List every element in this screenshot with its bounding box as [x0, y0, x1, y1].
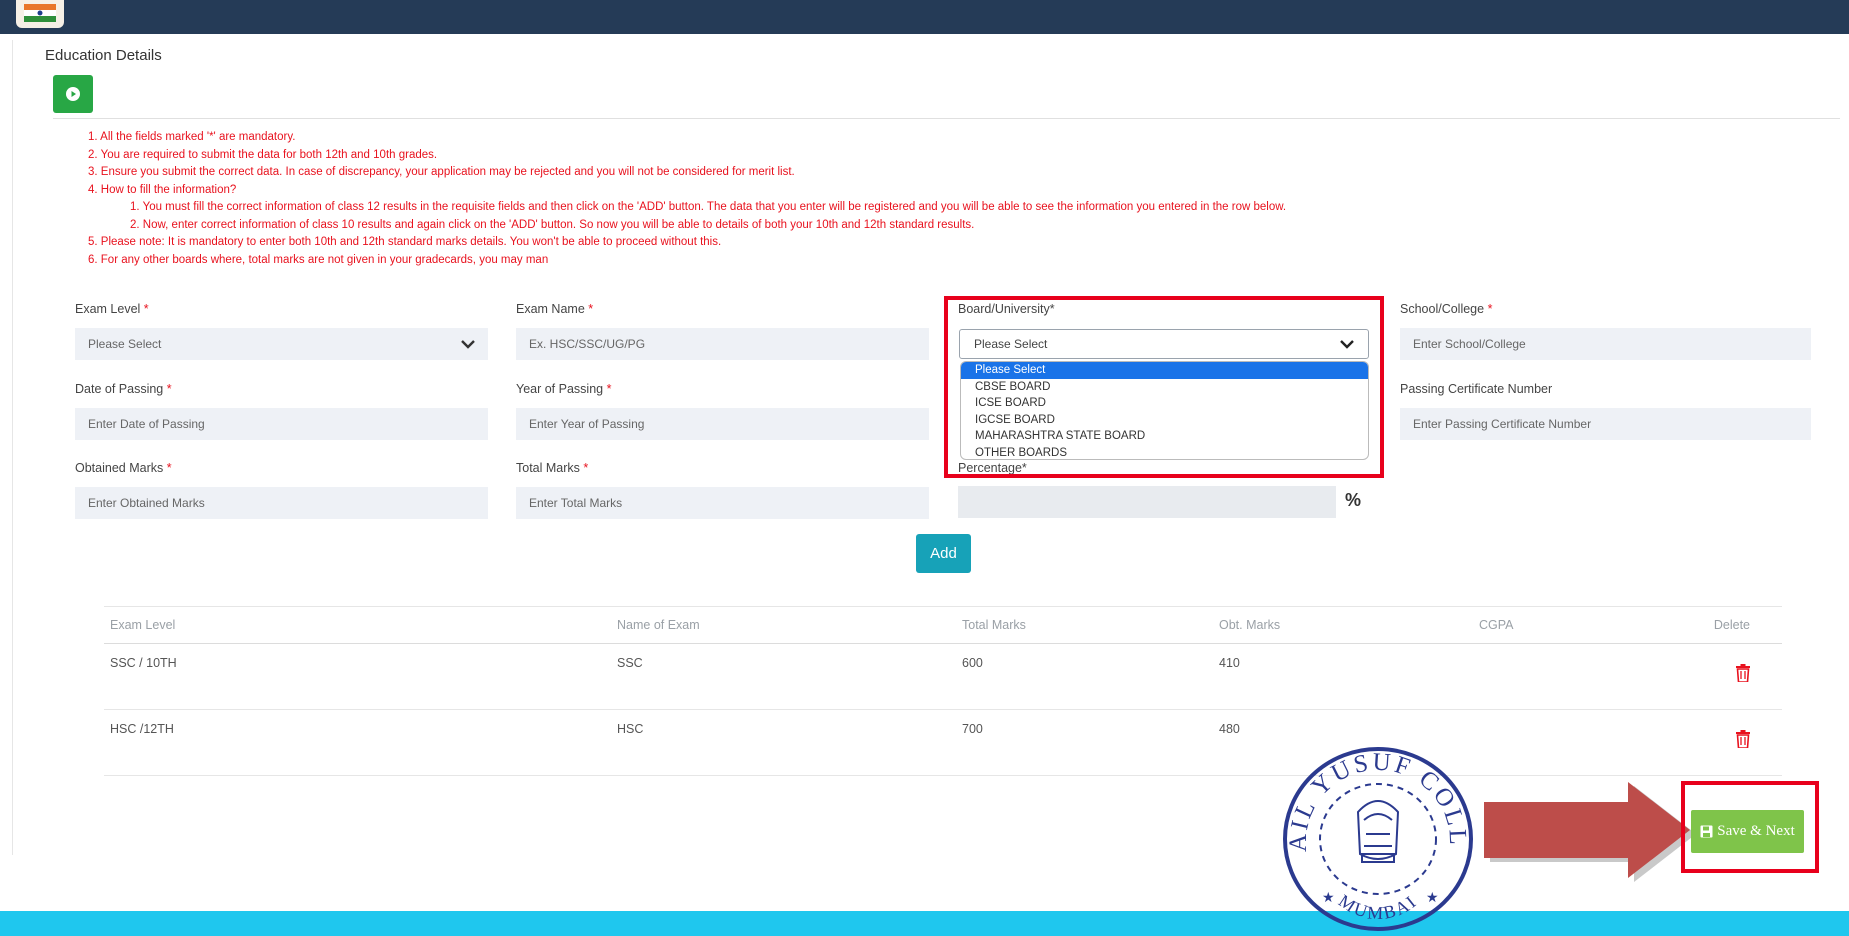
- date-of-passing-label: Date of Passing *: [75, 382, 172, 396]
- trash-icon[interactable]: [1736, 664, 1750, 682]
- instructions-list: 1. All the fields marked '*' are mandato…: [88, 129, 1788, 269]
- chevron-down-icon: [461, 339, 475, 349]
- total-marks-label: Total Marks *: [516, 461, 589, 475]
- instruction-subitem: 1. You must fill the correct information…: [130, 201, 1287, 213]
- instruction-item: 6. For any other boards where, total mar…: [88, 253, 549, 266]
- cell-exam-name: HSC: [611, 709, 956, 776]
- certificate-label: Passing Certificate Number: [1400, 382, 1553, 396]
- school-label: School/College *: [1400, 302, 1493, 316]
- column-header: Exam Level: [104, 606, 611, 644]
- cell-exam-name: SSC: [611, 643, 956, 710]
- arrow-pointer-icon: [1484, 782, 1696, 882]
- floppy-disk-icon: [1700, 825, 1713, 838]
- college-seal-stamp: ISMAIL YUSUF COLLEGE MUMBAI ★ ★: [1278, 742, 1473, 931]
- content-border: [12, 40, 13, 855]
- svg-text:ISMAIL YUSUF COLLEGE: ISMAIL YUSUF COLLEGE: [1278, 742, 1471, 852]
- column-header: Delete: [1680, 606, 1782, 644]
- cell-total-marks: 600: [956, 643, 1213, 710]
- column-header: Total Marks: [956, 606, 1213, 644]
- save-next-button[interactable]: Save & Next: [1691, 810, 1804, 853]
- cell-exam-level: HSC /12TH: [104, 709, 611, 776]
- top-navbar: [0, 0, 1849, 34]
- school-input[interactable]: Enter School/College: [1400, 328, 1811, 360]
- save-next-label: Save & Next: [1717, 823, 1795, 839]
- trash-icon[interactable]: [1736, 730, 1750, 748]
- column-header: Name of Exam: [611, 606, 956, 644]
- cell-delete: [1680, 709, 1782, 776]
- cell-cgpa: [1473, 709, 1680, 776]
- cell-cgpa: [1473, 643, 1680, 710]
- instruction-item: 3. Ensure you submit the correct data. I…: [88, 166, 795, 178]
- year-of-passing-input[interactable]: Enter Year of Passing: [516, 408, 929, 440]
- results-table: Exam Level Name of Exam Total Marks Obt.…: [104, 606, 1782, 776]
- exam-level-label: Exam Level *: [75, 302, 149, 316]
- percentage-field: [958, 486, 1336, 518]
- instruction-item: 1. All the fields marked '*' are mandato…: [88, 131, 296, 143]
- svg-text:★: ★: [1322, 889, 1335, 905]
- svg-text:★: ★: [1426, 889, 1439, 905]
- column-header: CGPA: [1473, 606, 1680, 644]
- cell-delete: [1680, 643, 1782, 710]
- section-title: Education Details: [45, 47, 162, 64]
- column-header: Obt. Marks: [1213, 606, 1473, 644]
- table-row: SSC / 10TH SSC 600 410: [104, 643, 1782, 710]
- app-logo[interactable]: [16, 0, 64, 28]
- exam-name-input[interactable]: Ex. HSC/SSC/UG/PG: [516, 328, 929, 360]
- table-header-row: Exam Level Name of Exam Total Marks Obt.…: [104, 606, 1782, 644]
- add-button[interactable]: Add: [916, 534, 971, 573]
- exam-name-label: Exam Name *: [516, 302, 594, 316]
- cell-obt-marks: 410: [1213, 643, 1473, 710]
- instruction-item: 2. You are required to submit the data f…: [88, 148, 438, 161]
- divider: [53, 118, 1840, 119]
- obtained-marks-input[interactable]: Enter Obtained Marks: [75, 487, 488, 519]
- exam-level-select[interactable]: Please Select: [75, 328, 488, 360]
- percent-sign: %: [1345, 490, 1362, 510]
- exam-level-value: Please Select: [88, 337, 162, 351]
- date-of-passing-input[interactable]: Enter Date of Passing: [75, 408, 488, 440]
- table-row: HSC /12TH HSC 700 480: [104, 709, 1782, 776]
- instruction-item: 5. Please note: It is mandatory to enter…: [88, 236, 722, 248]
- total-marks-input[interactable]: Enter Total Marks: [516, 487, 929, 519]
- obtained-marks-label: Obtained Marks *: [75, 461, 172, 475]
- year-of-passing-label: Year of Passing *: [516, 382, 612, 396]
- instruction-subitem: 2. Now, enter correct information of cla…: [130, 218, 975, 231]
- footer-band: [0, 911, 1849, 936]
- play-circle-icon: [66, 87, 80, 101]
- highlight-box: [944, 296, 1384, 478]
- logo-icon: [24, 4, 56, 22]
- cell-total-marks: 700: [956, 709, 1213, 776]
- toggle-instructions-button[interactable]: [53, 75, 93, 113]
- instruction-item: 4. How to fill the information?: [88, 183, 237, 196]
- cell-exam-level: SSC / 10TH: [104, 643, 611, 710]
- certificate-input[interactable]: Enter Passing Certificate Number: [1400, 408, 1811, 440]
- svg-text:MUMBAI: MUMBAI: [1335, 890, 1421, 923]
